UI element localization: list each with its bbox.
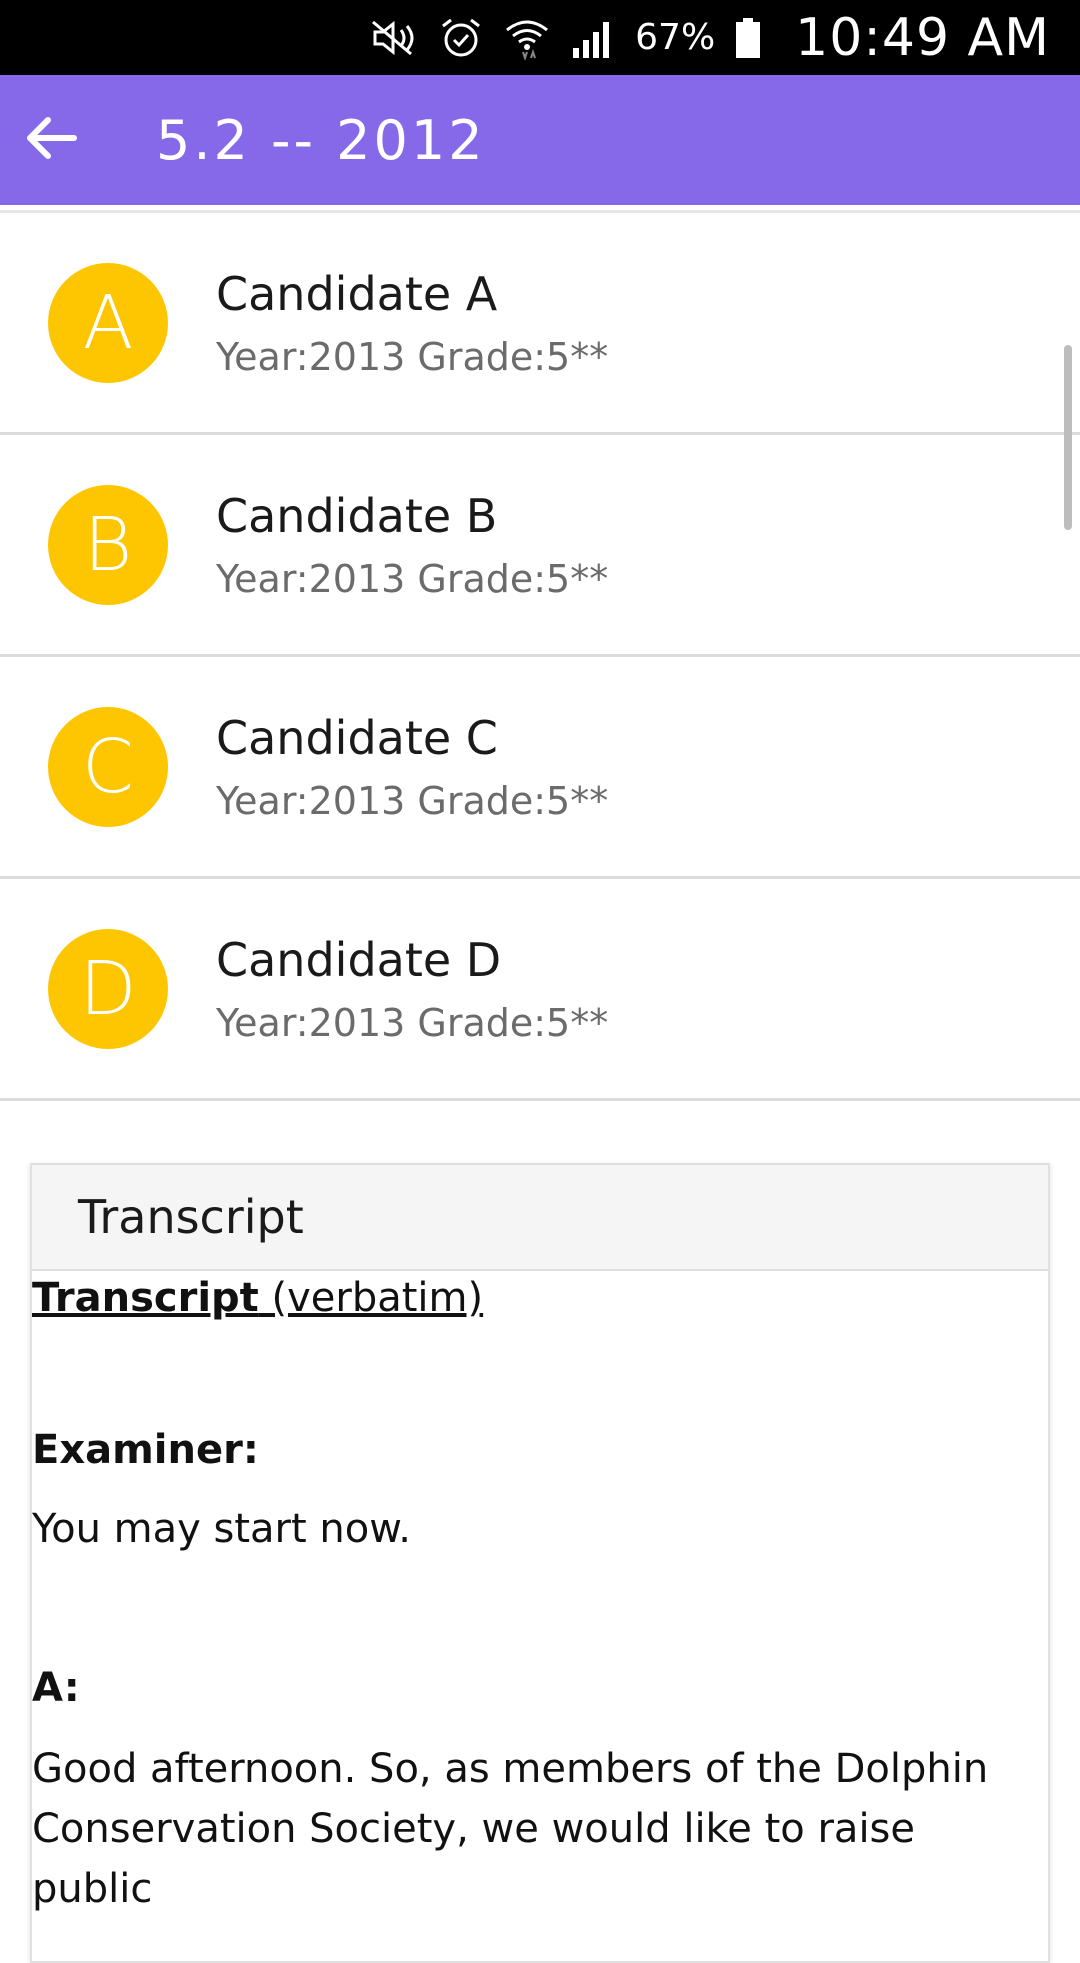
list-item-candidate-b[interactable]: B Candidate B Year:2013 Grade:5** [0, 435, 1080, 657]
battery-icon [733, 16, 763, 60]
speaker-a-text-line2: Conservation Society, we would like to r… [32, 1806, 916, 1912]
candidate-meta: Year:2013 Grade:5** [216, 556, 609, 601]
speaker-a-label: A: [32, 1665, 80, 1711]
list-item-candidate-c[interactable]: C Candidate C Year:2013 Grade:5** [0, 657, 1080, 879]
avatar: A [48, 262, 168, 383]
candidate-text: Candidate C Year:2013 Grade:5** [216, 711, 608, 823]
alarm-icon [437, 16, 485, 60]
candidate-meta: Year:2013 Grade:5** [216, 778, 609, 823]
status-icons: 67% 10:49 AM [371, 8, 1050, 68]
candidate-text: Candidate D Year:2013 Grade:5** [216, 933, 608, 1045]
candidate-name: Candidate A [216, 266, 498, 321]
battery-percent: 67% [635, 17, 716, 58]
mute-icon [371, 16, 419, 60]
transcript-body: Transcript (verbatim) Examiner: You may … [32, 1275, 1048, 1919]
candidate-list: A Candidate A Year:2013 Grade:5** B Cand… [0, 213, 1080, 1101]
arrow-left-icon [22, 114, 78, 166]
candidate-name: Candidate B [216, 488, 498, 543]
speaker-a-text-line1: Good afternoon. So, as members of the Do… [32, 1746, 989, 1792]
back-button[interactable] [0, 90, 100, 190]
transcript-heading-rest: (verbatim) [258, 1275, 484, 1321]
candidate-name: Candidate D [216, 932, 502, 987]
candidate-text: Candidate B Year:2013 Grade:5** [216, 489, 608, 601]
signal-icon [569, 16, 617, 60]
list-item-candidate-d[interactable]: D Candidate D Year:2013 Grade:5** [0, 879, 1080, 1101]
scrollbar[interactable] [1064, 345, 1072, 530]
transcript-card: Transcript Transcript (verbatim) Examine… [30, 1163, 1050, 1963]
candidate-meta: Year:2013 Grade:5** [216, 1000, 609, 1045]
examiner-text: You may start now. [32, 1506, 411, 1552]
candidate-name: Candidate C [216, 710, 498, 765]
page-title: 5.2 -- 2012 [156, 108, 486, 172]
examiner-label: Examiner: [32, 1427, 259, 1473]
transcript-heading: Transcript (verbatim) [32, 1275, 1048, 1321]
avatar: B [48, 484, 168, 605]
app-bar: 5.2 -- 2012 [0, 75, 1080, 205]
clock: 10:49 AM [795, 7, 1050, 68]
candidate-meta: Year:2013 Grade:5** [216, 334, 609, 379]
avatar: D [48, 928, 168, 1049]
wifi-icon [503, 16, 551, 60]
status-bar: 67% 10:49 AM [0, 0, 1080, 75]
avatar: C [48, 706, 168, 827]
card-header[interactable]: Transcript [32, 1165, 1048, 1271]
candidate-text: Candidate A Year:2013 Grade:5** [216, 267, 608, 379]
transcript-heading-bold: Transcript [32, 1275, 259, 1321]
list-item-candidate-a[interactable]: A Candidate A Year:2013 Grade:5** [0, 213, 1080, 435]
